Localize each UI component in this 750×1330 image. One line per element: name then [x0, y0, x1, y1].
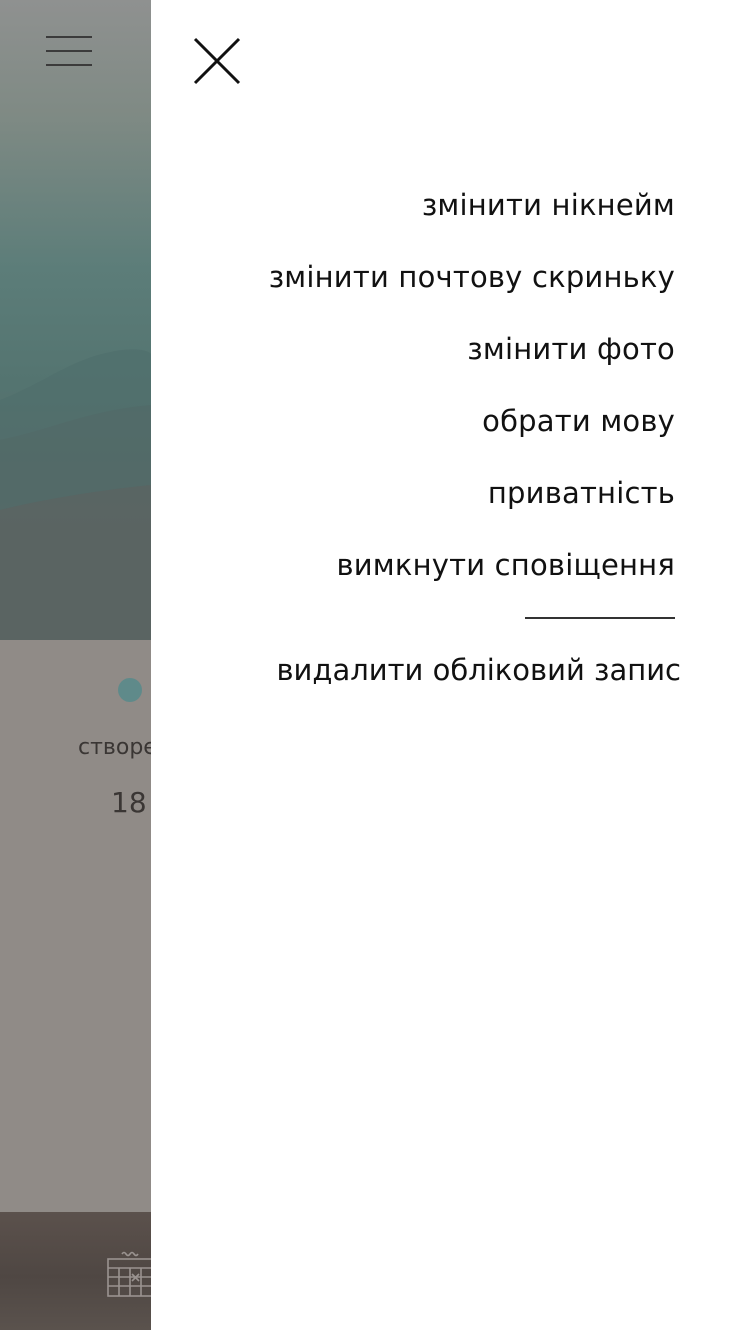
hamburger-menu-icon[interactable]	[46, 36, 92, 68]
close-icon[interactable]	[193, 37, 241, 85]
change-email-item[interactable]: змінити почтову скриньку	[269, 252, 675, 302]
privacy-item[interactable]: приватність	[269, 468, 675, 518]
settings-drawer: змінити нікнейм змінити почтову скриньку…	[151, 0, 750, 1330]
delete-account-item[interactable]: видалити обліковий запис	[276, 645, 681, 695]
choose-language-item[interactable]: обрати мову	[269, 396, 675, 446]
change-nickname-item[interactable]: змінити нікнейм	[269, 180, 675, 230]
settings-screen: створе 18 змінити нікнейм змінити почтов…	[0, 0, 750, 1330]
created-label: створе	[78, 735, 157, 760]
status-indicator	[118, 678, 142, 702]
calendar-icon[interactable]	[106, 1250, 156, 1298]
change-photo-item[interactable]: змінити фото	[269, 324, 675, 374]
created-value: 18	[111, 786, 147, 819]
menu-divider	[525, 617, 675, 619]
settings-menu: змінити нікнейм змінити почтову скриньку…	[269, 180, 675, 612]
disable-notifications-item[interactable]: вимкнути сповіщення	[269, 540, 675, 590]
